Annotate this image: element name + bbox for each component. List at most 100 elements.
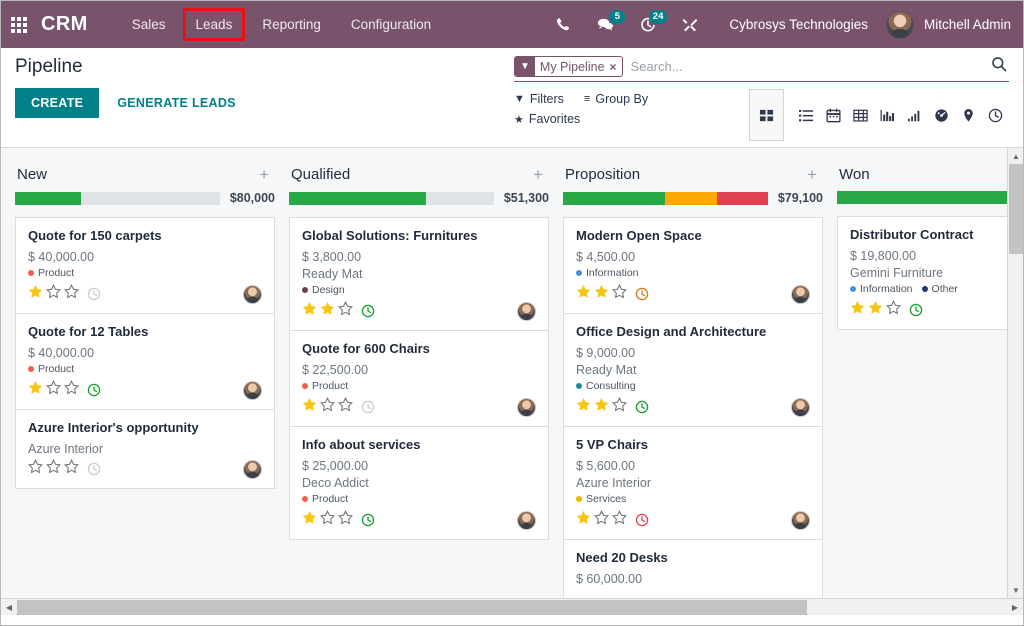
kanban-card[interactable]: Azure Interior's opportunityAzure Interi… xyxy=(15,409,275,489)
star-filled-icon[interactable] xyxy=(594,397,609,417)
star-filled-icon[interactable] xyxy=(576,510,591,530)
star-empty-icon[interactable] xyxy=(594,510,609,530)
search-input[interactable] xyxy=(623,59,991,74)
kanban-card[interactable]: Info about services$ 25,000.00Deco Addic… xyxy=(289,426,549,540)
scroll-down-arrow[interactable]: ▼ xyxy=(1008,582,1023,598)
card-assignee-avatar[interactable] xyxy=(791,285,810,304)
user-menu[interactable]: Mitchell Admin xyxy=(886,11,1011,39)
search-facet-my-pipeline[interactable]: ▼ My Pipeline × xyxy=(514,56,623,77)
view-map-button[interactable] xyxy=(955,89,982,141)
apps-grid-icon[interactable] xyxy=(11,17,27,33)
column-add-icon[interactable]: + xyxy=(255,169,273,181)
star-empty-icon[interactable] xyxy=(886,300,901,320)
progress-bar[interactable] xyxy=(837,191,1023,204)
view-graph-line-button[interactable] xyxy=(901,89,928,141)
progress-segment[interactable] xyxy=(717,192,768,205)
star-empty-icon[interactable] xyxy=(64,380,79,400)
filters-button[interactable]: ▼ Filters xyxy=(514,89,564,109)
star-filled-icon[interactable] xyxy=(594,284,609,304)
activity-clock-icon[interactable] xyxy=(635,400,649,414)
star-empty-icon[interactable] xyxy=(28,459,43,479)
kanban-card[interactable]: Quote for 12 Tables$ 40,000.00Product xyxy=(15,313,275,409)
vertical-scrollbar[interactable]: ▲ ▼ xyxy=(1007,148,1023,598)
activity-clock-icon[interactable] xyxy=(635,287,649,301)
kanban-card[interactable]: Office Design and Architecture$ 9,000.00… xyxy=(563,313,823,426)
tools-icon[interactable] xyxy=(682,17,698,33)
star-filled-icon[interactable] xyxy=(850,300,865,320)
card-assignee-avatar[interactable] xyxy=(243,285,262,304)
kanban-card[interactable]: Global Solutions: Furnitures$ 3,800.00Re… xyxy=(289,217,549,330)
horizontal-scrollbar[interactable]: ◀ ▶ xyxy=(1,598,1023,615)
progress-segment[interactable] xyxy=(289,192,426,205)
card-assignee-avatar[interactable] xyxy=(791,511,810,530)
star-empty-icon[interactable] xyxy=(46,380,61,400)
progress-segment[interactable] xyxy=(81,192,220,205)
kanban-card[interactable]: Modern Open Space$ 4,500.00Information xyxy=(563,217,823,313)
progress-segment[interactable] xyxy=(15,192,81,205)
star-empty-icon[interactable] xyxy=(320,510,335,530)
star-filled-icon[interactable] xyxy=(302,397,317,417)
card-assignee-avatar[interactable] xyxy=(517,511,536,530)
activity-clock-icon[interactable] xyxy=(909,303,923,317)
star-empty-icon[interactable] xyxy=(338,510,353,530)
star-filled-icon[interactable] xyxy=(576,397,591,417)
view-pivot-button[interactable] xyxy=(847,89,874,141)
scroll-up-arrow[interactable]: ▲ xyxy=(1008,148,1023,164)
activity-clock-icon[interactable] xyxy=(87,287,101,301)
kanban-card[interactable]: Distributor Contract$ 19,800.00Gemini Fu… xyxy=(837,216,1023,330)
progress-bar[interactable] xyxy=(15,192,220,205)
app-brand-crm[interactable]: CRM xyxy=(41,13,88,36)
card-assignee-avatar[interactable] xyxy=(517,302,536,321)
view-list-button[interactable] xyxy=(793,89,820,141)
progress-segment[interactable] xyxy=(563,192,665,205)
phone-icon[interactable] xyxy=(556,17,571,32)
kanban-card[interactable]: Quote for 600 Chairs$ 22,500.00Product xyxy=(289,330,549,426)
star-empty-icon[interactable] xyxy=(338,397,353,417)
facet-remove-icon[interactable]: × xyxy=(610,60,622,74)
view-activity-button[interactable] xyxy=(982,89,1009,141)
activity-clock-icon[interactable] xyxy=(87,383,101,397)
star-filled-icon[interactable] xyxy=(320,301,335,321)
progress-bar[interactable] xyxy=(289,192,494,205)
create-button[interactable]: CREATE xyxy=(15,88,99,118)
star-empty-icon[interactable] xyxy=(320,397,335,417)
star-empty-icon[interactable] xyxy=(46,459,61,479)
progress-segment[interactable] xyxy=(426,192,494,205)
star-filled-icon[interactable] xyxy=(576,284,591,304)
activity-clock-icon[interactable] xyxy=(361,400,375,414)
column-add-icon[interactable]: + xyxy=(803,169,821,181)
scroll-left-arrow[interactable]: ◀ xyxy=(1,599,17,616)
star-filled-icon[interactable] xyxy=(28,284,43,304)
activity-clock-icon[interactable] xyxy=(87,462,101,476)
card-assignee-avatar[interactable] xyxy=(243,381,262,400)
star-empty-icon[interactable] xyxy=(612,397,627,417)
group-by-button[interactable]: ≡ Group By xyxy=(584,89,648,109)
star-filled-icon[interactable] xyxy=(302,301,317,321)
activity-clock-icon[interactable] xyxy=(361,304,375,318)
company-name[interactable]: Cybrosys Technologies xyxy=(729,17,868,32)
star-filled-icon[interactable] xyxy=(28,380,43,400)
star-empty-icon[interactable] xyxy=(612,510,627,530)
horizontal-scroll-thumb[interactable] xyxy=(17,600,807,615)
star-empty-icon[interactable] xyxy=(46,284,61,304)
activity-clock-icon[interactable] xyxy=(361,513,375,527)
star-empty-icon[interactable] xyxy=(64,459,79,479)
card-assignee-avatar[interactable] xyxy=(791,398,810,417)
menu-configuration[interactable]: Configuration xyxy=(341,11,441,38)
favorites-button[interactable]: ★ Favorites xyxy=(514,109,580,129)
progress-bar[interactable] xyxy=(563,192,768,205)
generate-leads-button[interactable]: GENERATE LEADS xyxy=(117,96,236,110)
star-filled-icon[interactable] xyxy=(302,510,317,530)
star-filled-icon[interactable] xyxy=(868,300,883,320)
kanban-card[interactable]: 5 VP Chairs$ 5,600.00Azure InteriorServi… xyxy=(563,426,823,539)
menu-sales[interactable]: Sales xyxy=(122,11,176,38)
kanban-card[interactable]: Quote for 150 carpets$ 40,000.00Product xyxy=(15,217,275,313)
card-assignee-avatar[interactable] xyxy=(243,460,262,479)
search-icon[interactable] xyxy=(991,56,1009,77)
star-empty-icon[interactable] xyxy=(64,284,79,304)
progress-segment[interactable] xyxy=(665,192,716,205)
progress-segment[interactable] xyxy=(837,191,1023,204)
vertical-scroll-thumb[interactable] xyxy=(1009,164,1023,254)
star-empty-icon[interactable] xyxy=(612,284,627,304)
column-add-icon[interactable]: + xyxy=(529,169,547,181)
